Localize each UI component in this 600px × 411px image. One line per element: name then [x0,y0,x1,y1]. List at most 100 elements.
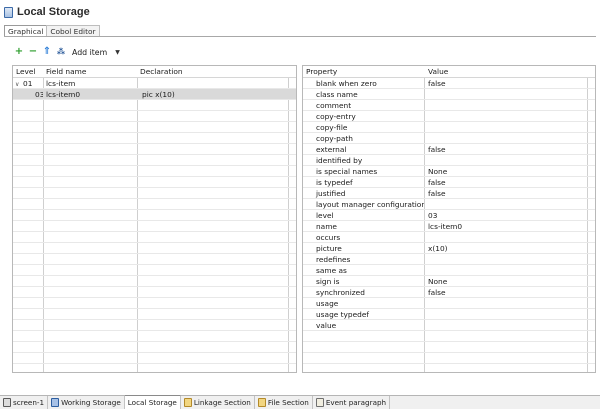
property-value[interactable] [424,89,584,99]
property-value[interactable]: 03 [424,210,584,220]
property-value[interactable] [424,111,584,121]
property-value[interactable]: None [424,276,584,286]
property-name: comment [316,101,352,110]
section-tabs: screen-1 Working Storage Local Storage L… [0,395,600,409]
empty-row [13,287,296,298]
empty-row [13,243,296,254]
property-value[interactable] [424,199,584,209]
property-row[interactable]: picture x(10) [303,243,595,254]
table-row[interactable]: 03 lcs-item0 pic x(10) [13,89,296,100]
property-row[interactable]: blank when zero false [303,78,595,89]
property-row[interactable]: copy-entry [303,111,595,122]
property-row[interactable]: identified by [303,155,595,166]
property-value[interactable] [424,320,584,330]
tab-event-paragraph[interactable]: Event paragraph [313,396,391,409]
property-row[interactable]: justified false [303,188,595,199]
empty-row [13,166,296,177]
property-row[interactable]: synchronized false [303,287,595,298]
tab-label: Working Storage [61,398,121,407]
property-row[interactable]: copy-path [303,133,595,144]
column-header-level[interactable]: Level [13,66,43,77]
empty-row [303,342,595,353]
property-row[interactable]: name lcs-item0 [303,221,595,232]
tab-linkage-section[interactable]: Linkage Section [181,396,255,409]
empty-row [13,232,296,243]
property-value[interactable]: x(10) [424,243,584,253]
table-row[interactable]: ∨ 01 lcs-item [13,78,296,89]
row-field-name: lcs-item [46,79,76,88]
properties-rows: blank when zero false class name comment cop… [303,78,595,331]
empty-row [13,265,296,276]
properties-table[interactable]: Property Value blank when zero false class… [302,65,596,373]
property-value[interactable] [424,122,584,132]
plus-icon[interactable]: + [14,47,24,57]
property-row[interactable]: usage typedef [303,309,595,320]
add-item-button[interactable]: Add item [72,48,107,57]
add-custom-icon[interactable]: ⁂ [56,47,66,57]
property-value[interactable] [424,309,584,319]
property-row[interactable]: class name [303,89,595,100]
property-name: same as [316,266,347,275]
property-value[interactable] [424,265,584,275]
local-storage-icon [4,6,13,18]
minus-icon[interactable]: − [28,47,38,57]
property-row[interactable]: is typedef false [303,177,595,188]
empty-row [13,276,296,287]
tab-screen-1[interactable]: screen-1 [0,396,49,409]
chevron-down-icon[interactable]: ∨ [15,79,23,88]
property-name: value [316,321,337,330]
property-value[interactable] [424,133,584,143]
property-name: is special names [316,167,378,176]
empty-row [13,309,296,320]
property-row[interactable]: sign is None [303,276,595,287]
tab-working-storage[interactable]: Working Storage [48,396,125,409]
property-row[interactable]: layout manager configuration [303,199,595,210]
tab-file-section[interactable]: File Section [255,396,313,409]
property-value[interactable]: false [424,177,584,187]
property-value[interactable] [424,100,584,110]
property-name: picture [316,244,342,253]
property-value[interactable]: false [424,188,584,198]
property-row[interactable]: redefines [303,254,595,265]
property-row[interactable]: external false [303,144,595,155]
property-value[interactable]: false [424,144,584,154]
property-row[interactable]: is special names None [303,166,595,177]
property-value[interactable] [424,298,584,308]
fields-table[interactable]: Level Field name Declaration ∨ 01 lcs-ite… [12,65,297,373]
property-value[interactable] [424,254,584,264]
property-row[interactable]: value [303,320,595,331]
row-field-name: lcs-item0 [46,90,81,99]
tab-label: Linkage Section [193,398,251,407]
chevron-down-icon[interactable]: ▼ [115,49,120,56]
property-name: usage typedef [316,310,370,319]
property-value[interactable]: lcs-item0 [424,221,584,231]
level-up-icon[interactable]: ⇑ [42,47,52,57]
property-name: layout manager configuration [316,200,424,209]
linkage-section-icon [183,398,192,407]
property-row[interactable]: usage [303,298,595,309]
properties-empty-area [303,331,595,364]
property-value[interactable] [424,232,584,242]
property-value[interactable] [424,155,584,165]
column-header-declaration[interactable]: Declaration [137,66,287,77]
empty-row [13,188,296,199]
fields-header-row: Level Field name Declaration [13,66,296,78]
column-header-value[interactable]: Value [424,66,584,77]
empty-row [13,221,296,232]
property-value[interactable]: false [424,78,584,88]
tab-local-storage[interactable]: Local Storage [124,395,181,409]
file-section-icon [257,398,266,407]
property-value[interactable]: None [424,166,584,176]
row-level: 01 [23,79,33,88]
property-row[interactable]: occurs [303,232,595,243]
property-row[interactable]: copy-file [303,122,595,133]
empty-row [13,122,296,133]
column-header-property[interactable]: Property [303,66,424,77]
property-row[interactable]: same as [303,265,595,276]
property-row[interactable]: level 03 [303,210,595,221]
column-header-field-name[interactable]: Field name [43,66,137,77]
tab-label: Event paragraph [325,398,387,407]
property-row[interactable]: comment [303,100,595,111]
property-value[interactable]: false [424,287,584,297]
empty-row [303,331,595,342]
